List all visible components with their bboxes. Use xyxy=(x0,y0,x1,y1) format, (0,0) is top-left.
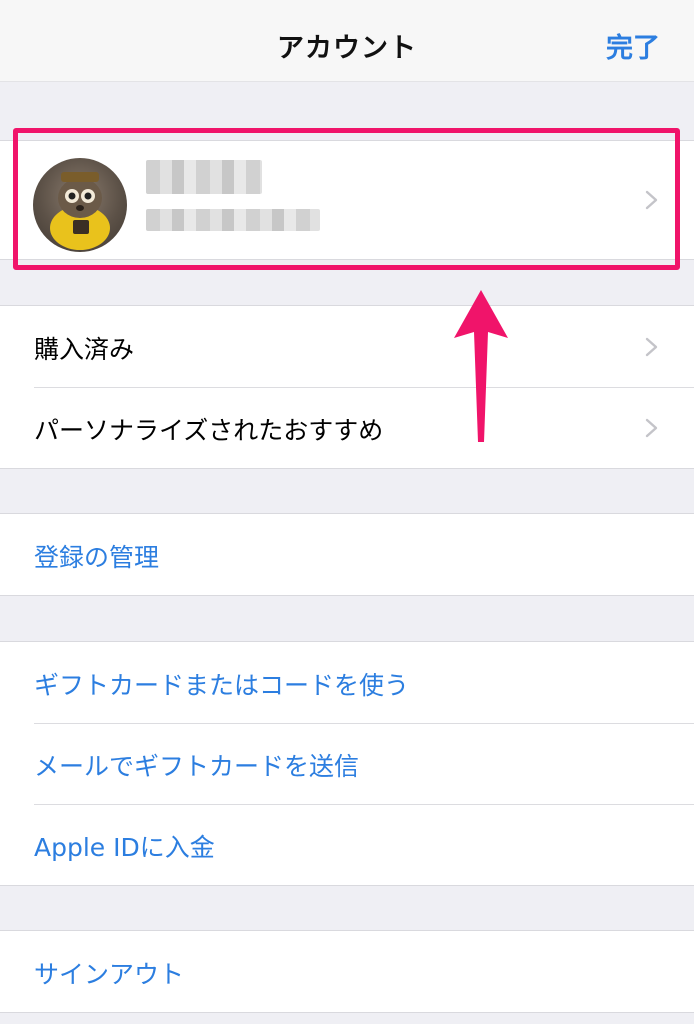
list-item-add-funds[interactable]: Apple IDに入金 xyxy=(0,804,694,885)
arrow-up-icon xyxy=(454,290,508,442)
list-item-send-gift-card[interactable]: メールでギフトカードを送信 xyxy=(0,723,694,804)
signout-section: サインアウト xyxy=(0,930,694,1013)
page-title: アカウント xyxy=(277,33,417,64)
list-item-personalized-recommendations[interactable]: パーソナライズされたおすすめ xyxy=(0,387,694,468)
gift-section: ギフトカードまたはコードを使う メールでギフトカードを送信 Apple IDに入… xyxy=(0,641,694,886)
list-item-label: ギフトカードまたはコードを使う xyxy=(34,671,410,700)
navigation-bar: アカウント 完了 xyxy=(0,0,694,82)
chevron-right-icon xyxy=(645,418,658,438)
sign-out-button[interactable]: サインアウト xyxy=(0,931,694,1012)
chevron-right-icon xyxy=(645,337,658,357)
list-item-label: メールでギフトカードを送信 xyxy=(34,752,360,781)
store-section: 購入済み パーソナライズされたおすすめ xyxy=(0,305,694,469)
highlight-box xyxy=(13,128,680,270)
done-button[interactable]: 完了 xyxy=(606,26,660,65)
list-item-redeem-gift-card[interactable]: ギフトカードまたはコードを使う xyxy=(0,642,694,723)
list-item-label: サインアウト xyxy=(34,960,185,989)
list-item-purchased[interactable]: 購入済み xyxy=(0,306,694,387)
list-item-label: 購入済み xyxy=(34,335,135,364)
list-item-label: Apple IDに入金 xyxy=(34,833,215,862)
list-item-label: 登録の管理 xyxy=(34,543,160,572)
list-item-manage-subscriptions[interactable]: 登録の管理 xyxy=(0,514,694,595)
list-item-label: パーソナライズされたおすすめ xyxy=(34,416,384,445)
subscriptions-section: 登録の管理 xyxy=(0,513,694,596)
